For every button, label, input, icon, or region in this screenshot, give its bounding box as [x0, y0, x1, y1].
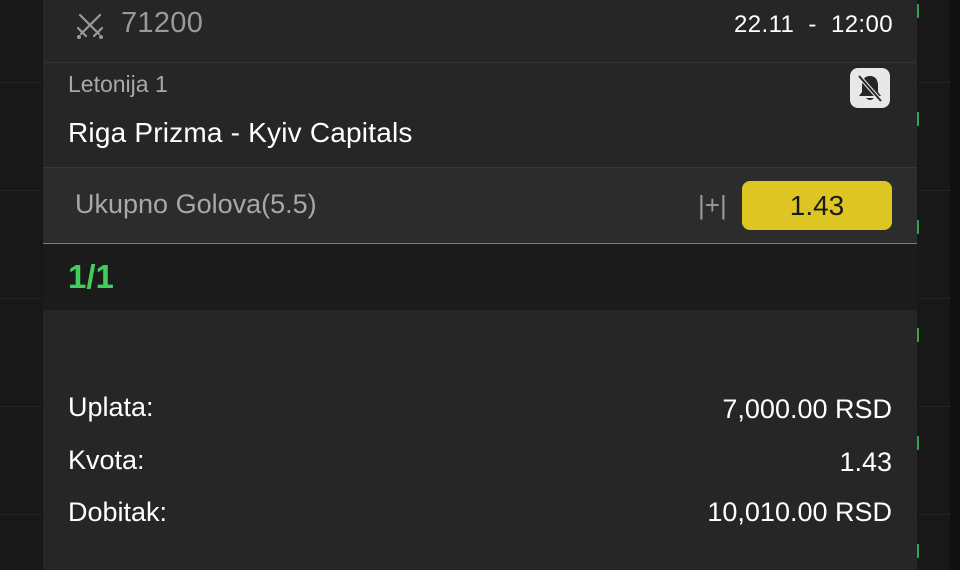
divider	[0, 406, 42, 407]
divider	[918, 514, 950, 515]
divider	[0, 190, 42, 191]
divider	[0, 82, 42, 83]
selection-row: Ukupno Golova(5.5) |+| 1.43	[43, 167, 917, 245]
selection-outcome: |+|	[698, 190, 727, 220]
stake-value: 7,000.00 RSD	[722, 394, 892, 424]
ticket-header: 71200 22.11 - 12:00	[43, 0, 917, 63]
crossed-swords-icon	[76, 13, 104, 39]
selection-count: 1/1	[68, 258, 114, 295]
ticket-id: 71200	[121, 7, 204, 39]
market-name: Ukupno Golova(5.5)	[75, 189, 317, 219]
divider	[0, 298, 42, 299]
selection-count-bar: 1/1	[43, 244, 917, 310]
bet-slip-card: 71200 22.11 - 12:00 Letonija 1 Riga Priz…	[43, 0, 917, 570]
odds-label: Kvota:	[68, 445, 145, 475]
win-label: Dobitak:	[68, 497, 168, 527]
event-date-time: 22.11 - 12:00	[734, 11, 893, 38]
stake-label: Uplata:	[68, 392, 154, 422]
win-value: 10,010.00 RSD	[707, 497, 892, 527]
league-name: Letonija 1	[68, 71, 168, 97]
divider	[0, 514, 42, 515]
divider	[918, 190, 950, 191]
divider	[918, 298, 950, 299]
divider	[918, 82, 950, 83]
total-odds-value: 1.43	[839, 447, 892, 477]
divider	[918, 406, 950, 407]
scrollbar-track	[950, 0, 960, 570]
bell-off-icon[interactable]	[850, 68, 890, 108]
background-left	[0, 0, 42, 570]
match-name[interactable]: Riga Prizma - Kyiv Capitals	[68, 117, 413, 149]
odds-button[interactable]: 1.43	[742, 181, 892, 230]
